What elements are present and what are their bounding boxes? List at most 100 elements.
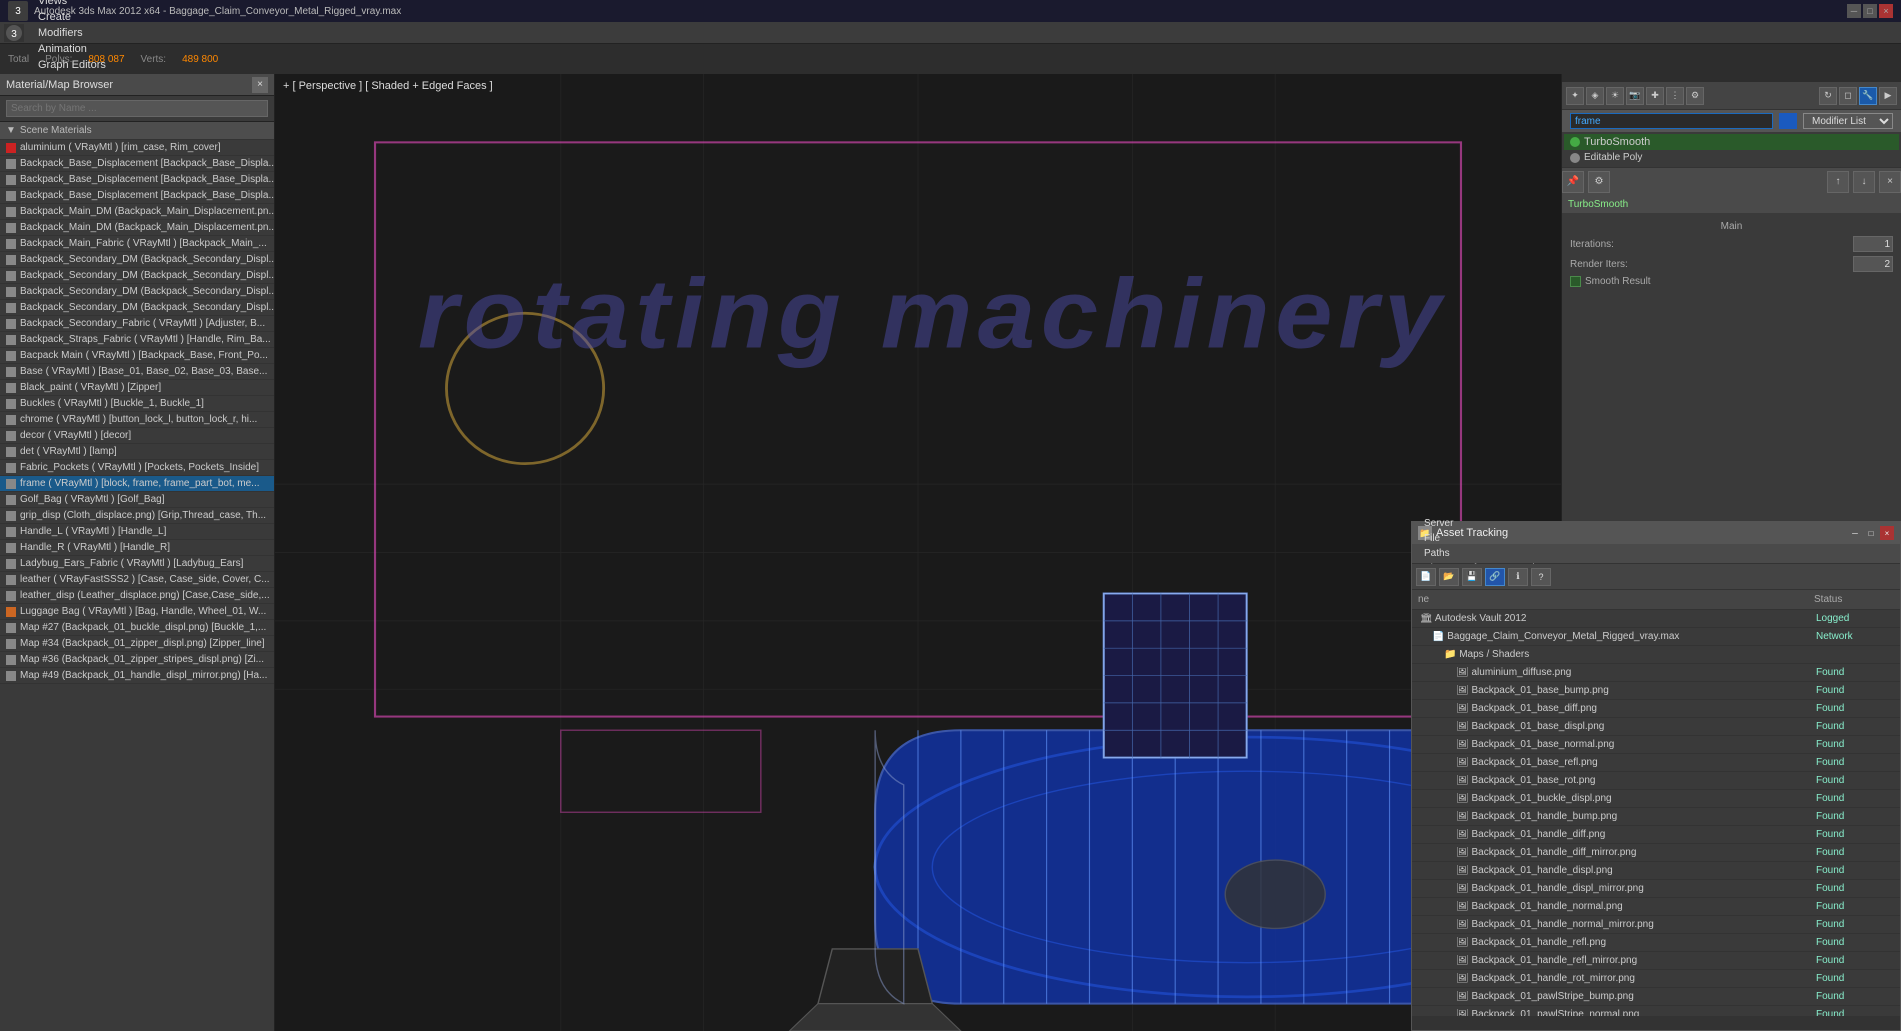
mod-motion-btn[interactable]: ↻	[1819, 87, 1837, 105]
asset-row[interactable]: 🖼 Backpack_01_pawlStripe_normal.pngFound	[1412, 1006, 1900, 1016]
asset-row[interactable]: 🖼 Backpack_01_handle_diff.pngFound	[1412, 826, 1900, 844]
mod-delete-btn[interactable]: ×	[1879, 171, 1901, 193]
material-item[interactable]: grip_disp (Cloth_displace.png) [Grip,Thr…	[0, 508, 274, 524]
material-item[interactable]: Ladybug_Ears_Fabric ( VRayMtl ) [Ladybug…	[0, 556, 274, 572]
material-item[interactable]: Buckles ( VRayMtl ) [Buckle_1, Buckle_1]	[0, 396, 274, 412]
asset-row[interactable]: 🖼 Backpack_01_base_diff.pngFound	[1412, 700, 1900, 718]
asset-row[interactable]: 🖼 Backpack_01_buckle_displ.pngFound	[1412, 790, 1900, 808]
asset-row[interactable]: 🖼 Backpack_01_handle_displ.pngFound	[1412, 862, 1900, 880]
material-item[interactable]: Backpack_Secondary_DM (Backpack_Secondar…	[0, 268, 274, 284]
asset-row[interactable]: 🖼 Backpack_01_base_refl.pngFound	[1412, 754, 1900, 772]
mod-arrow-down-btn[interactable]: ↓	[1853, 171, 1875, 193]
material-item[interactable]: Fabric_Pockets ( VRayMtl ) [Pockets, Poc…	[0, 460, 274, 476]
material-item[interactable]: Backpack_Main_DM (Backpack_Main_Displace…	[0, 220, 274, 236]
material-item[interactable]: Map #36 (Backpack_01_zipper_stripes_disp…	[0, 652, 274, 668]
render-iters-input[interactable]	[1853, 256, 1893, 272]
mod-shape-btn[interactable]: ◈	[1586, 87, 1604, 105]
mod-utility-btn[interactable]: 🔧	[1859, 87, 1877, 105]
modifier-list-dropdown[interactable]: Modifier List	[1803, 113, 1893, 129]
mod-configure-btn[interactable]: ⚙	[1588, 171, 1610, 193]
material-item[interactable]: Backpack_Base_Displacement [Backpack_Bas…	[0, 172, 274, 188]
material-item[interactable]: Backpack_Base_Displacement [Backpack_Bas…	[0, 188, 274, 204]
asset-menu-item-paths[interactable]: Paths	[1416, 546, 1582, 561]
material-item[interactable]: Backpack_Main_DM (Backpack_Main_Displace…	[0, 204, 274, 220]
asset-new-btn[interactable]: 📄	[1416, 568, 1436, 586]
material-item[interactable]: Map #34 (Backpack_01_zipper_displ.png) […	[0, 636, 274, 652]
mod-camera-btn[interactable]: 📷	[1626, 87, 1644, 105]
material-item[interactable]: frame ( VRayMtl ) [block, frame, frame_p…	[0, 476, 274, 492]
asset-row[interactable]: 🖼 Backpack_01_base_bump.pngFound	[1412, 682, 1900, 700]
asset-row[interactable]: 🖼 Backpack_01_base_rot.pngFound	[1412, 772, 1900, 790]
asset-row[interactable]: 🏛 Autodesk Vault 2012Logged	[1412, 610, 1900, 628]
asset-row[interactable]: 🖼 Backpack_01_pawlStripe_bump.pngFound	[1412, 988, 1900, 1006]
mod-helper-btn[interactable]: ✚	[1646, 87, 1664, 105]
object-color-swatch[interactable]	[1779, 113, 1797, 129]
material-item[interactable]: det ( VRayMtl ) [lamp]	[0, 444, 274, 460]
asset-save-btn[interactable]: 💾	[1462, 568, 1482, 586]
asset-row[interactable]: 🖼 Backpack_01_handle_diff_mirror.pngFoun…	[1412, 844, 1900, 862]
material-item[interactable]: decor ( VRayMtl ) [decor]	[0, 428, 274, 444]
material-item[interactable]: leather_disp (Leather_displace.png) [Cas…	[0, 588, 274, 604]
material-item[interactable]: chrome ( VRayMtl ) [button_lock_l, butto…	[0, 412, 274, 428]
asset-row[interactable]: 🖼 Backpack_01_handle_displ_mirror.pngFou…	[1412, 880, 1900, 898]
material-item[interactable]: Map #27 (Backpack_01_buckle_displ.png) […	[0, 620, 274, 636]
asset-row[interactable]: 📄 Baggage_Claim_Conveyor_Metal_Rigged_vr…	[1412, 628, 1900, 646]
menu-item-create[interactable]: Create	[30, 9, 114, 25]
search-input[interactable]	[6, 100, 268, 117]
material-item[interactable]: Map #49 (Backpack_01_handle_displ_mirror…	[0, 668, 274, 684]
menu-item-views[interactable]: Views	[30, 0, 114, 9]
material-item[interactable]: Backpack_Secondary_DM (Backpack_Secondar…	[0, 300, 274, 316]
object-name-field[interactable]: frame	[1570, 113, 1773, 129]
asset-row[interactable]: 🖼 Backpack_01_base_displ.pngFound	[1412, 718, 1900, 736]
material-item[interactable]: Backpack_Secondary_Fabric ( VRayMtl ) [A…	[0, 316, 274, 332]
asset-row[interactable]: 🖼 Backpack_01_handle_rot_mirror.pngFound	[1412, 970, 1900, 988]
mod-space-btn[interactable]: ⋮	[1666, 87, 1684, 105]
material-item[interactable]: Backpack_Secondary_DM (Backpack_Secondar…	[0, 252, 274, 268]
asset-track-btn[interactable]: 🔗	[1485, 568, 1505, 586]
material-item[interactable]: Luggage Bag ( VRayMtl ) [Bag, Handle, Wh…	[0, 604, 274, 620]
asset-row[interactable]: 🖼 Backpack_01_base_normal.pngFound	[1412, 736, 1900, 754]
asset-row[interactable]: 🖼 Backpack_01_handle_refl.pngFound	[1412, 934, 1900, 952]
mod-pin-btn[interactable]: 📌	[1562, 171, 1584, 193]
material-item[interactable]: Backpack_Base_Displacement [Backpack_Bas…	[0, 156, 274, 172]
iterations-input[interactable]	[1853, 236, 1893, 252]
material-item[interactable]: Backpack_Secondary_DM (Backpack_Secondar…	[0, 284, 274, 300]
asset-maximize-btn[interactable]: □	[1864, 526, 1878, 540]
material-item[interactable]: Backpack_Main_Fabric ( VRayMtl ) [Backpa…	[0, 236, 274, 252]
material-item[interactable]: leather ( VRayFastSSS2 ) [Case, Case_sid…	[0, 572, 274, 588]
material-item[interactable]: Bacpack Main ( VRayMtl ) [Backpack_Base,…	[0, 348, 274, 364]
asset-info-btn[interactable]: ℹ	[1508, 568, 1528, 586]
asset-row[interactable]: 🖼 Backpack_01_handle_normal.pngFound	[1412, 898, 1900, 916]
close-btn[interactable]: ×	[1879, 4, 1893, 18]
mod-light-btn[interactable]: ☀	[1606, 87, 1624, 105]
asset-close-btn[interactable]: ×	[1880, 526, 1894, 540]
material-item[interactable]: aluminium ( VRayMtl ) [rim_case, Rim_cov…	[0, 140, 274, 156]
window-controls[interactable]: ─ □ ×	[1847, 4, 1893, 18]
asset-win-controls[interactable]: ─ □ ×	[1848, 526, 1894, 540]
material-item[interactable]: Black_paint ( VRayMtl ) [Zipper]	[0, 380, 274, 396]
material-item[interactable]: Golf_Bag ( VRayMtl ) [Golf_Bag]	[0, 492, 274, 508]
mod-create-btn[interactable]: ✦	[1566, 87, 1584, 105]
material-item[interactable]: Base ( VRayMtl ) [Base_01, Base_02, Base…	[0, 364, 274, 380]
asset-open-btn[interactable]: 📂	[1439, 568, 1459, 586]
asset-menu-item-file[interactable]: File	[1416, 531, 1582, 546]
mod-extra-btn[interactable]: ▶	[1879, 87, 1897, 105]
material-item[interactable]: Backpack_Straps_Fabric ( VRayMtl ) [Hand…	[0, 332, 274, 348]
asset-menu-item-server[interactable]: Server	[1416, 516, 1582, 531]
material-browser-close[interactable]: ×	[252, 77, 268, 93]
viewport-area[interactable]: + [ Perspective ] [ Shaded + Edged Faces…	[275, 74, 1561, 1031]
mod-arrow-up-btn[interactable]: ↑	[1827, 171, 1849, 193]
asset-row[interactable]: 🖼 Backpack_01_handle_refl_mirror.pngFoun…	[1412, 952, 1900, 970]
smooth-result-checkbox[interactable]	[1570, 276, 1581, 287]
mod-display-btn[interactable]: ◻	[1839, 87, 1857, 105]
asset-scrollbar[interactable]	[1412, 1016, 1900, 1030]
material-item[interactable]: Handle_L ( VRayMtl ) [Handle_L]	[0, 524, 274, 540]
asset-row[interactable]: 🖼 Backpack_01_handle_bump.pngFound	[1412, 808, 1900, 826]
asset-minimize-btn[interactable]: ─	[1848, 526, 1862, 540]
maximize-btn[interactable]: □	[1863, 4, 1877, 18]
material-item[interactable]: Handle_R ( VRayMtl ) [Handle_R]	[0, 540, 274, 556]
asset-row[interactable]: 🖼 Backpack_01_handle_normal_mirror.pngFo…	[1412, 916, 1900, 934]
turbosmooth-modifier[interactable]: TurboSmooth	[1564, 134, 1899, 150]
minimize-btn[interactable]: ─	[1847, 4, 1861, 18]
asset-row[interactable]: 🖼 aluminium_diffuse.pngFound	[1412, 664, 1900, 682]
